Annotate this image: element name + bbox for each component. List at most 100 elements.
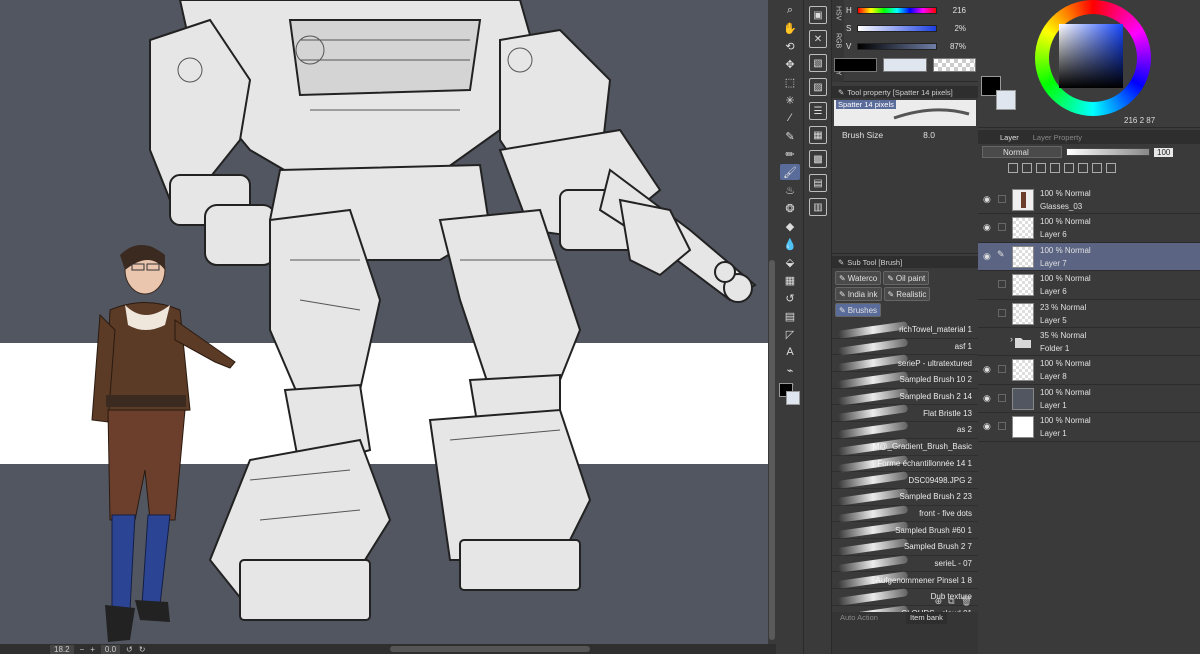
- new-vector-layer-icon[interactable]: [1022, 163, 1032, 173]
- selection-tool-icon[interactable]: ⬚: [780, 74, 800, 90]
- tab-layer-property[interactable]: Layer Property: [1033, 133, 1082, 142]
- layer-name[interactable]: Layer 1: [1040, 401, 1067, 410]
- scroll-thumb[interactable]: [769, 260, 775, 640]
- subtool-tab-brushes[interactable]: ✎ Brushes: [835, 303, 882, 317]
- reference-icon[interactable]: [1078, 163, 1088, 173]
- layer-row[interactable]: ◉ ✎ 100 % Normal Layer 7: [978, 242, 1200, 272]
- eraser-tool-icon[interactable]: ◆: [780, 218, 800, 234]
- list-item[interactable]: Forme échantillonnée 14 1: [832, 454, 978, 473]
- main-color-swatches[interactable]: [779, 383, 801, 413]
- list-item[interactable]: DSC09498.JPG 2: [832, 471, 978, 490]
- delete-subtool-icon[interactable]: 🗑: [961, 596, 972, 610]
- list-item[interactable]: Sampled Brush 10 2: [832, 371, 978, 389]
- zoom-in-icon[interactable]: +: [90, 645, 95, 654]
- value-value[interactable]: 87%: [940, 42, 966, 51]
- background-color[interactable]: [786, 391, 800, 405]
- history-icon[interactable]: ☰: [809, 102, 827, 120]
- subtool-tab-india-ink[interactable]: ✎ India ink: [835, 287, 882, 301]
- layer-name[interactable]: Layer 8: [1040, 372, 1067, 381]
- magic-wand-icon[interactable]: ✳: [780, 92, 800, 108]
- frame-tool-icon[interactable]: ▤: [780, 308, 800, 324]
- image-icon[interactable]: ▨: [809, 78, 827, 96]
- hue-slider-row[interactable]: H 216: [846, 4, 978, 16]
- add-subtool-icon[interactable]: ⊕: [935, 596, 943, 610]
- wheel-hue-value[interactable]: 216: [1124, 116, 1137, 125]
- drawing-canvas[interactable]: [0, 0, 768, 644]
- delete-layer-icon[interactable]: [1106, 163, 1116, 173]
- opacity-slider[interactable]: [1066, 148, 1150, 156]
- list-item[interactable]: Sampled Brush #60 1: [832, 521, 978, 540]
- black-chip[interactable]: [834, 58, 878, 72]
- rotate-tool-icon[interactable]: ⟲: [780, 38, 800, 54]
- list-item[interactable]: front - five dots: [832, 504, 978, 523]
- eye-icon[interactable]: ◉: [983, 364, 993, 375]
- opacity-value[interactable]: 100: [1154, 147, 1174, 157]
- text-tool-icon[interactable]: A: [780, 344, 800, 360]
- list-item[interactable]: Sampled Brush 2 23: [832, 488, 978, 506]
- zoom-level[interactable]: 18.2: [50, 644, 74, 654]
- saturation-slider[interactable]: [857, 24, 937, 32]
- layer-row[interactable]: ◉ 100 % Normal Layer 1: [978, 413, 1200, 442]
- blend-mode-select[interactable]: Normal: [982, 146, 1062, 158]
- layer-name[interactable]: Layer 5: [1040, 316, 1067, 325]
- list-item[interactable]: Aufgenommener Pinsel 1 8: [832, 571, 978, 590]
- layer-row[interactable]: ◉ 100 % Normal Glasses_03: [978, 186, 1200, 215]
- wheel-val-value[interactable]: 87: [1146, 116, 1155, 125]
- new-layer-icon[interactable]: [1008, 163, 1018, 173]
- ruler-tool-icon[interactable]: ◸: [780, 326, 800, 342]
- list-item[interactable]: serieP - ultratextured: [832, 354, 978, 373]
- eye-icon[interactable]: ◉: [983, 393, 993, 404]
- lock-icon[interactable]: [1092, 163, 1102, 173]
- new-folder-icon[interactable]: [1036, 163, 1046, 173]
- list-item[interactable]: serieL - 07: [832, 554, 978, 573]
- list-item[interactable]: Flat Bristle 13: [832, 404, 978, 423]
- layer-name[interactable]: Layer 7: [1040, 259, 1067, 268]
- pen-tool-icon[interactable]: ✎: [780, 128, 800, 144]
- lock-icon[interactable]: [998, 280, 1006, 289]
- lock-icon[interactable]: [998, 393, 1006, 402]
- lock-icon[interactable]: [998, 223, 1006, 232]
- balloon-tool-icon[interactable]: ⌁: [780, 362, 800, 378]
- layer-row[interactable]: ◉ 100 % Normal Layer 6: [978, 214, 1200, 243]
- airbrush-tool-icon[interactable]: ♨: [780, 182, 800, 198]
- eye-icon[interactable]: ◉: [983, 421, 993, 432]
- hue-value[interactable]: 216: [940, 6, 966, 15]
- move-tool-icon[interactable]: ✥: [780, 56, 800, 72]
- saturation-slider-row[interactable]: S 2%: [846, 22, 978, 34]
- value-slider[interactable]: [857, 42, 937, 50]
- clip-icon[interactable]: [1064, 163, 1074, 173]
- saturation-value-square[interactable]: [1059, 24, 1123, 88]
- zoom-tool-icon[interactable]: ⌕: [780, 2, 800, 18]
- layer-row[interactable]: 100 % Normal Layer 6: [978, 271, 1200, 300]
- layer-name[interactable]: Layer 6: [1040, 230, 1067, 239]
- layer-name[interactable]: Layer 1: [1040, 429, 1067, 438]
- layer-row[interactable]: 23 % Normal Layer 5: [978, 300, 1200, 328]
- duplicate-subtool-icon[interactable]: ⧉: [948, 596, 954, 610]
- brush-size-value[interactable]: 8.0: [923, 130, 935, 140]
- eye-icon[interactable]: ◉: [983, 222, 993, 233]
- tab-item-bank[interactable]: Item bank: [906, 612, 947, 624]
- list-item[interactable]: as 2: [832, 421, 978, 439]
- rotation-value[interactable]: 0.0: [100, 644, 121, 654]
- brush-size-row[interactable]: Brush Size 8.0: [832, 130, 978, 140]
- timeline-icon[interactable]: ▦: [809, 126, 827, 144]
- tab-auto-action[interactable]: Auto Action: [836, 612, 882, 624]
- hue-ring[interactable]: [1035, 0, 1151, 116]
- material-icon[interactable]: ▧: [809, 54, 827, 72]
- value-slider-row[interactable]: V 87%: [846, 40, 978, 52]
- lock-icon[interactable]: [998, 195, 1006, 203]
- pencil-tool-icon[interactable]: ✏: [780, 146, 800, 162]
- brush-tool-icon[interactable]: 🖌: [780, 164, 800, 180]
- hue-slider[interactable]: [857, 6, 937, 14]
- fill-tool-icon[interactable]: ⬙: [780, 254, 800, 270]
- blend-tool-icon[interactable]: 💧: [780, 236, 800, 252]
- animation-icon[interactable]: ▥: [809, 198, 827, 216]
- close-panel-icon[interactable]: ✕: [809, 30, 827, 48]
- layer-name[interactable]: Layer 6: [1040, 287, 1067, 296]
- mask-icon[interactable]: [1050, 163, 1060, 173]
- list-item[interactable]: Sampled Brush 2 14: [832, 387, 978, 406]
- eyedropper-icon[interactable]: ⁄: [780, 110, 800, 126]
- tab-rgb[interactable]: RGB: [835, 33, 842, 48]
- figure-tool-icon[interactable]: ↺: [780, 290, 800, 306]
- subtool-tab-realistic[interactable]: ✎ Realistic: [883, 287, 931, 301]
